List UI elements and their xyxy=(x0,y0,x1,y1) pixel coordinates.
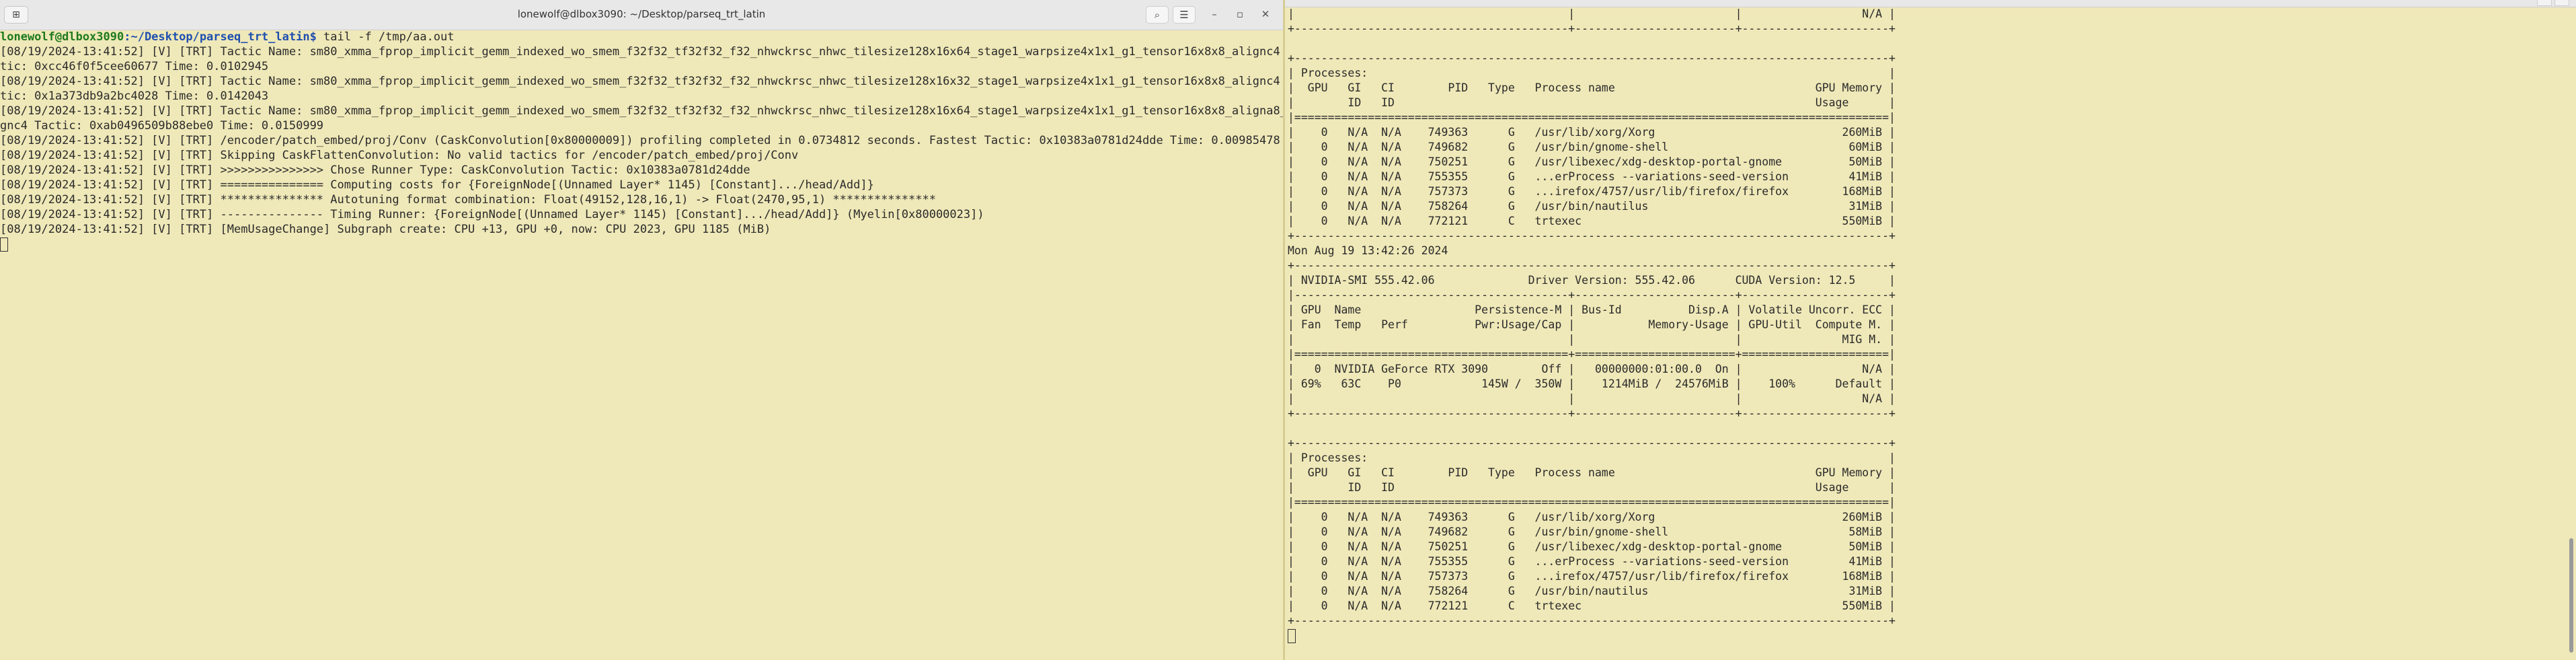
log-line: tic: 0xcc46f0f5cee60677 Time: 0.0102945 xyxy=(0,60,269,73)
smi-line: | 0 N/A N/A 755355 G ...erProcess --vari… xyxy=(1288,170,1896,183)
smi-line xyxy=(1285,36,2563,51)
smi-line: | 0 N/A N/A 750251 G /usr/libexec/xdg-de… xyxy=(1288,540,1896,553)
log-line: gnc4 Tactic: 0xab0496509b88ebe0 Time: 0.… xyxy=(0,119,324,133)
smi-line: | 0 N/A N/A 755355 G ...erProcess --vari… xyxy=(1288,555,1896,568)
cursor-line xyxy=(1285,628,2563,643)
log-line: [08/19/2024-13:41:52] [V] [TRT] Tactic N… xyxy=(0,45,1283,59)
smi-line: | ID ID Usage | xyxy=(1288,481,1896,494)
smi-line: | ID ID Usage | xyxy=(1288,96,1896,109)
close-icon[interactable]: ✕ xyxy=(1256,6,1275,22)
smi-line: | | | MIG M. | xyxy=(1288,333,1896,346)
smi-line: | Fan Temp Perf Pwr:Usage/Cap | Memory-U… xyxy=(1288,318,1896,331)
log-lines: [08/19/2024-13:41:52] [V] [TRT] Tactic N… xyxy=(0,44,1283,237)
shell-prompt-line: lonewolf@dlbox3090:~/Desktop/parseq_trt_… xyxy=(0,30,1283,44)
smi-line: | | | N/A | xyxy=(1288,7,1896,20)
smi-line: | 0 N/A N/A 758264 G /usr/bin/nautilus 3… xyxy=(1288,200,1896,213)
right-terminal-output[interactable]: | | | N/A | +----------------------------… xyxy=(1285,7,2563,660)
text-cursor xyxy=(1288,629,1296,643)
minimize-icon[interactable] xyxy=(2537,0,2552,6)
smi-line: | 0 N/A N/A 749682 G /usr/bin/gnome-shel… xyxy=(1288,141,1896,153)
search-icon[interactable]: ⌕ xyxy=(1146,6,1169,24)
smi-line: | | | N/A | xyxy=(1288,392,1896,405)
smi-line: | Processes: | xyxy=(1288,67,1896,79)
left-terminal-pane[interactable]: ⊞ lonewolf@dlbox3090: ~/Desktop/parseq_t… xyxy=(0,0,1283,660)
smi-line: | 0 N/A N/A 749682 G /usr/bin/gnome-shel… xyxy=(1288,525,1896,538)
log-line: [08/19/2024-13:41:52] [V] [TRT] >>>>>>>>… xyxy=(0,163,750,177)
log-line: [08/19/2024-13:41:52] [V] [TRT] ********… xyxy=(0,193,936,207)
smi-line: | NVIDIA-SMI 555.42.06 Driver Version: 5… xyxy=(1288,274,1896,287)
smi-line xyxy=(1285,421,2563,436)
smi-line: +---------------------------------------… xyxy=(1288,614,1896,627)
smi-line: +---------------------------------------… xyxy=(1288,229,1896,242)
smi-line: | 0 N/A N/A 749363 G /usr/lib/xorg/Xorg … xyxy=(1288,126,1896,139)
smi-line: | 0 N/A N/A 772121 C trtexec 550MiB | xyxy=(1288,599,1896,612)
smi-line: | 0 N/A N/A 758264 G /usr/bin/nautilus 3… xyxy=(1288,585,1896,597)
prompt-command: tail -f /tmp/aa.out xyxy=(316,30,455,44)
smi-line: | 0 N/A N/A 757373 G ...irefox/4757/usr/… xyxy=(1288,185,1896,198)
cursor-line xyxy=(0,237,1283,252)
prompt-path: :~/Desktop/parseq_trt_latin$ xyxy=(124,30,317,44)
smi-line: |=======================================… xyxy=(1288,111,1896,124)
smi-line: | GPU Name Persistence-M | Bus-Id Disp.A… xyxy=(1288,303,1896,316)
smi-line: | 0 N/A N/A 749363 G /usr/lib/xorg/Xorg … xyxy=(1288,511,1896,523)
nvidia-smi-output: | | | N/A | +----------------------------… xyxy=(1285,7,2563,628)
smi-line: | 0 NVIDIA GeForce RTX 3090 Off | 000000… xyxy=(1288,363,1896,375)
log-line: [08/19/2024-13:41:52] [V] [TRT] --------… xyxy=(0,208,984,221)
minimize-icon[interactable]: – xyxy=(1205,6,1224,22)
text-cursor xyxy=(0,237,8,252)
window-title: lonewolf@dlbox3090: ~/Desktop/parseq_trt… xyxy=(517,8,766,20)
log-line: [08/19/2024-13:41:52] [V] [TRT] [MemUsag… xyxy=(0,223,771,236)
log-line: [08/19/2024-13:41:52] [V] [TRT] /encoder… xyxy=(0,134,1280,147)
title-bar: ⊞ lonewolf@dlbox3090: ~/Desktop/parseq_t… xyxy=(0,0,1283,30)
smi-line: | Processes: | xyxy=(1288,451,1896,464)
smi-line: +---------------------------------------… xyxy=(1288,22,1896,35)
log-line: [08/19/2024-13:41:52] [V] [TRT] Tactic N… xyxy=(0,75,1283,88)
smi-line: | 0 N/A N/A 772121 C trtexec 550MiB | xyxy=(1288,215,1896,227)
smi-line: | 0 N/A N/A 750251 G /usr/libexec/xdg-de… xyxy=(1288,155,1896,168)
smi-line: | 0 N/A N/A 757373 G ...irefox/4757/usr/… xyxy=(1288,570,1896,583)
smi-line: +---------------------------------------… xyxy=(1288,437,1896,449)
right-terminal-pane[interactable]: | | | N/A | +----------------------------… xyxy=(1285,0,2576,660)
smi-line: +---------------------------------------… xyxy=(1288,52,1896,65)
left-terminal-output[interactable]: lonewolf@dlbox3090:~/Desktop/parseq_trt_… xyxy=(0,30,1283,660)
close-icon[interactable] xyxy=(2554,0,2569,6)
smi-line: | GPU GI CI PID Type Process name GPU Me… xyxy=(1288,466,1896,479)
prompt-user: lonewolf@dlbox3090 xyxy=(0,30,124,44)
smi-line: +---------------------------------------… xyxy=(1288,407,1896,420)
smi-line: Mon Aug 19 13:42:26 2024 xyxy=(1288,244,1448,257)
log-line: tic: 0x1a373db9a2bc4028 Time: 0.0142043 xyxy=(0,89,269,103)
scrollbar-thumb[interactable] xyxy=(2569,538,2573,653)
log-line: [08/19/2024-13:41:52] [V] [TRT] Tactic N… xyxy=(0,104,1283,118)
smi-line: |---------------------------------------… xyxy=(1288,289,1896,301)
smi-line: +---------------------------------------… xyxy=(1288,259,1896,272)
smi-line: | GPU GI CI PID Type Process name GPU Me… xyxy=(1288,81,1896,94)
hamburger-menu-icon[interactable]: ☰ xyxy=(1173,6,1196,24)
log-line: [08/19/2024-13:41:52] [V] [TRT] Skipping… xyxy=(0,149,799,162)
maximize-icon[interactable]: ▫ xyxy=(1231,6,1249,22)
smi-line: | 69% 63C P0 145W / 350W | 1214MiB / 245… xyxy=(1288,377,1896,390)
smi-line: |=======================================… xyxy=(1288,348,1896,361)
smi-line: |=======================================… xyxy=(1288,496,1896,509)
terminal-window: ⊞ lonewolf@dlbox3090: ~/Desktop/parseq_t… xyxy=(0,0,2576,660)
log-line: [08/19/2024-13:41:52] [V] [TRT] ========… xyxy=(0,178,874,192)
